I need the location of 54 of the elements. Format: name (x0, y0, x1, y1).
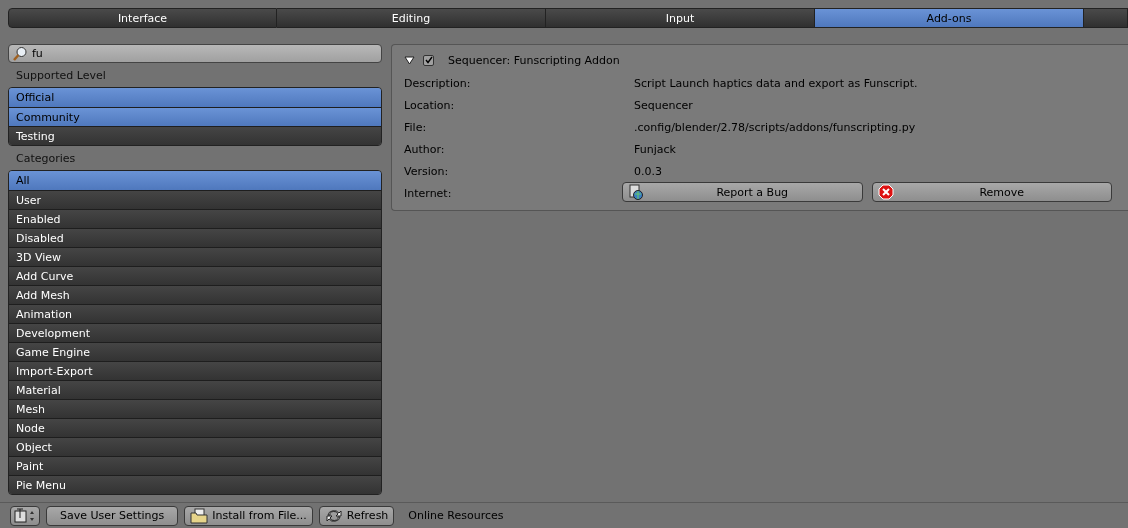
category-item[interactable]: Object (9, 437, 381, 456)
search-field[interactable]: fu (8, 44, 382, 63)
checkbox[interactable] (423, 54, 434, 66)
install-button[interactable]: Install from File... (184, 505, 313, 526)
preferences-icon (14, 507, 36, 524)
remove-button[interactable]: Remove (871, 182, 1112, 202)
tab[interactable]: Input (546, 8, 815, 28)
field-label: Internet: (404, 185, 453, 202)
globe-document-icon (628, 184, 644, 200)
online-resources-link[interactable]: Online Resources (408, 509, 504, 522)
category-item[interactable]: Animation (9, 304, 381, 323)
category-item[interactable]: 3D View (9, 247, 381, 266)
category-item[interactable]: Import-Export (9, 361, 381, 380)
category-item[interactable]: Material (9, 380, 381, 399)
category-item[interactable]: Add Curve (9, 266, 381, 285)
editor-type-menu[interactable] (10, 505, 40, 526)
level-toggle[interactable]: Community (9, 107, 381, 126)
tab[interactable]: Editing (277, 8, 546, 28)
field-value: 0.0.3 (633, 163, 663, 180)
expand-triangle-icon[interactable] (404, 55, 415, 65)
save-button[interactable]: Save User Settings (46, 505, 179, 526)
category-item[interactable]: Paint (9, 456, 381, 475)
category-item[interactable]: Add Mesh (9, 285, 381, 304)
refresh-button[interactable]: Refresh (318, 505, 395, 526)
category-item[interactable]: Disabled (9, 228, 381, 247)
level-toggle[interactable]: Testing (9, 126, 381, 145)
field-label: Author: (404, 141, 446, 158)
category-item[interactable]: Enabled (9, 209, 381, 228)
search-icon (12, 45, 28, 62)
category-item[interactable]: All (9, 171, 381, 190)
section-label: Supported Level (15, 68, 107, 84)
field-value: Funjack (633, 141, 677, 158)
tab[interactable]: Interface (8, 8, 277, 28)
field-label: Description: (404, 75, 472, 92)
addon-title: Sequencer: Funscripting Addon (448, 53, 620, 67)
level-toggle[interactable]: Official (9, 88, 381, 107)
refresh-icon (324, 507, 343, 524)
report-bug-button[interactable]: Report a Bug (622, 182, 863, 202)
field-label: Location: (404, 97, 456, 114)
field-label: File: (404, 119, 428, 136)
category-item[interactable]: User (9, 190, 381, 209)
close-icon (877, 184, 894, 200)
category-item[interactable]: Pie Menu (9, 475, 381, 494)
field-value: Script Launch haptics data and export as Funscript. (633, 75, 919, 92)
field-label: Version: (404, 163, 450, 180)
field-value: .config/blender/2.78/scripts/addons/funscripting.py (633, 119, 917, 136)
section-label: Categories (15, 151, 77, 167)
category-item[interactable]: Game Engine (9, 342, 381, 361)
category-item[interactable]: Mesh (9, 399, 381, 418)
category-item[interactable]: Development (9, 323, 381, 342)
folder-icon (190, 507, 209, 524)
category-item[interactable]: Node (9, 418, 381, 437)
field-value: Sequencer (633, 97, 694, 114)
tab[interactable]: Add-ons (815, 8, 1084, 28)
